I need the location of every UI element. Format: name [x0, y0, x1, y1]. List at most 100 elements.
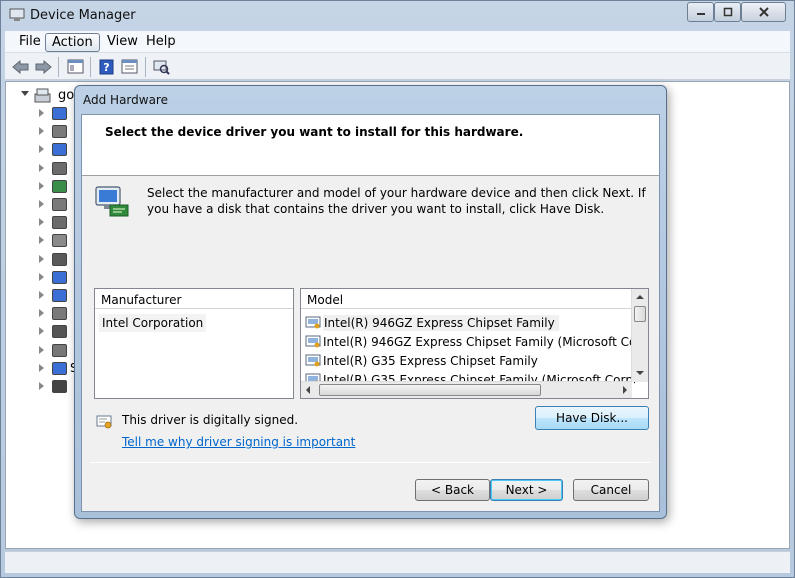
collapsed-arrow-icon[interactable] — [39, 181, 44, 190]
collapsed-arrow-icon[interactable] — [39, 218, 44, 227]
dialog-header: Select the device driver you want to ins… — [82, 115, 659, 176]
signed-status-text: This driver is digitally signed. — [122, 413, 299, 427]
toolbar-separator — [90, 57, 91, 77]
properties-toolbar-button[interactable] — [120, 57, 139, 76]
show-hide-tree-button[interactable] — [66, 57, 85, 76]
port-icon — [52, 307, 67, 321]
scroll-left-icon[interactable] — [306, 386, 310, 394]
collapsed-arrow-icon[interactable] — [39, 291, 44, 299]
device-manager-icon — [9, 8, 25, 21]
instruction-text: Select the manufacturer and model of you… — [147, 186, 646, 216]
menu-help[interactable]: Help — [140, 33, 182, 52]
collapsed-arrow-icon[interactable] — [39, 145, 44, 154]
forward-arrow-icon — [35, 59, 52, 74]
collapsed-arrow-icon[interactable] — [39, 127, 44, 136]
manufacturer-list[interactable]: Manufacturer Intel Corporation — [94, 288, 294, 399]
scroll-thumb[interactable] — [634, 306, 646, 322]
collapsed-arrow-icon[interactable] — [39, 382, 44, 390]
model-header: Model — [301, 289, 648, 309]
dialog-content: Select the device driver you want to ins… — [81, 114, 660, 512]
minimize-icon — [696, 13, 705, 15]
monitor-icon — [52, 107, 67, 120]
maximize-button[interactable] — [714, 2, 741, 22]
model-label: Intel(R) G35 Express Chipset Family — [323, 353, 538, 368]
signed-driver-icon — [305, 335, 321, 348]
menu-action[interactable]: Action — [45, 33, 100, 52]
scroll-right-icon[interactable] — [623, 386, 627, 394]
manufacturer-item[interactable]: Intel Corporation — [99, 314, 207, 332]
collapsed-arrow-icon[interactable] — [39, 345, 44, 354]
system-device-icon — [52, 361, 67, 375]
display-adapter-icon — [52, 179, 67, 193]
svg-text:?: ? — [103, 61, 109, 74]
add-hardware-dialog: Add Hardware Select the device driver yo… — [74, 85, 667, 519]
back-toolbar-button[interactable] — [11, 57, 30, 76]
dialog-title: Add Hardware — [83, 93, 168, 107]
hardware-icon — [95, 186, 129, 217]
driver-signing-link[interactable]: Tell me why driver signing is important — [122, 435, 355, 449]
toolbar-separator — [145, 57, 146, 77]
computer-icon — [34, 88, 51, 103]
help-icon: ? — [99, 59, 114, 74]
signed-driver-icon — [305, 354, 321, 367]
vertical-scrollbar[interactable] — [631, 289, 648, 382]
scroll-down-icon[interactable] — [636, 371, 644, 375]
have-disk-button[interactable]: Have Disk... — [535, 406, 649, 430]
ide-controller-icon — [52, 216, 67, 230]
hid-icon — [52, 198, 67, 211]
close-icon — [758, 7, 769, 17]
collapsed-arrow-icon[interactable] — [39, 272, 44, 281]
model-item[interactable]: Intel(R) 946GZ Express Chipset Family — [305, 313, 635, 332]
menu-view[interactable]: View — [101, 33, 144, 52]
computer-icon — [52, 143, 67, 157]
back-arrow-icon — [12, 59, 29, 74]
back-button[interactable]: < Back — [415, 479, 490, 501]
horizontal-scrollbar[interactable] — [301, 381, 632, 398]
certificate-icon — [96, 415, 112, 429]
model-label: Intel(R) 946GZ Express Chipset Family — [323, 314, 559, 331]
disk-drive-icon — [52, 161, 67, 175]
scan-hardware-icon — [153, 60, 170, 75]
scan-hardware-button[interactable] — [152, 57, 171, 76]
collapsed-arrow-icon[interactable] — [39, 309, 44, 318]
help-toolbar-button[interactable]: ? — [97, 57, 116, 76]
collapsed-arrow-icon[interactable] — [39, 109, 44, 117]
monitor-icon — [52, 270, 67, 284]
toolbar: ? — [5, 53, 790, 80]
model-label: Intel(R) 946GZ Express Chipset Family (M… — [323, 334, 635, 349]
collapsed-arrow-icon[interactable] — [39, 363, 44, 372]
properties-icon — [121, 59, 138, 74]
scroll-thumb-horizontal[interactable] — [319, 384, 541, 396]
menu-file[interactable]: File — [13, 33, 47, 52]
minimize-button[interactable] — [687, 2, 714, 22]
window-title: Device Manager — [30, 8, 136, 23]
collapsed-arrow-icon[interactable] — [39, 200, 44, 208]
maximize-icon — [723, 7, 732, 17]
network-adapter-icon — [52, 289, 67, 302]
drive-icon — [52, 125, 67, 139]
sound-icon — [52, 343, 67, 357]
collapsed-arrow-icon[interactable] — [39, 254, 44, 263]
toolbar-separator — [58, 57, 59, 77]
expanded-arrow-icon[interactable] — [21, 91, 29, 96]
dialog-divider — [90, 462, 651, 463]
collapsed-arrow-icon[interactable] — [39, 236, 44, 245]
model-item[interactable]: Intel(R) 946GZ Express Chipset Family (M… — [305, 332, 635, 351]
model-item[interactable]: Intel(R) G35 Express Chipset Family — [305, 351, 635, 370]
collapsed-arrow-icon[interactable] — [39, 327, 44, 336]
manufacturer-header: Manufacturer — [95, 289, 293, 309]
cancel-button[interactable]: Cancel — [573, 479, 649, 501]
title-bar[interactable]: Device Manager — [1, 1, 794, 31]
forward-toolbar-button[interactable] — [34, 57, 53, 76]
menu-bar: File Action View Help — [5, 31, 790, 53]
signed-driver-icon — [305, 316, 321, 329]
model-list[interactable]: Model Intel(R) 946GZ Express Chipset Fam… — [300, 288, 649, 399]
collapsed-arrow-icon[interactable] — [39, 163, 44, 172]
processor-icon — [52, 325, 67, 339]
mouse-icon — [52, 252, 67, 266]
usb-controller-icon — [52, 380, 67, 393]
status-bar — [5, 551, 790, 573]
next-button[interactable]: Next > — [490, 479, 563, 501]
close-button[interactable] — [741, 2, 786, 22]
scroll-up-icon[interactable] — [636, 295, 644, 299]
